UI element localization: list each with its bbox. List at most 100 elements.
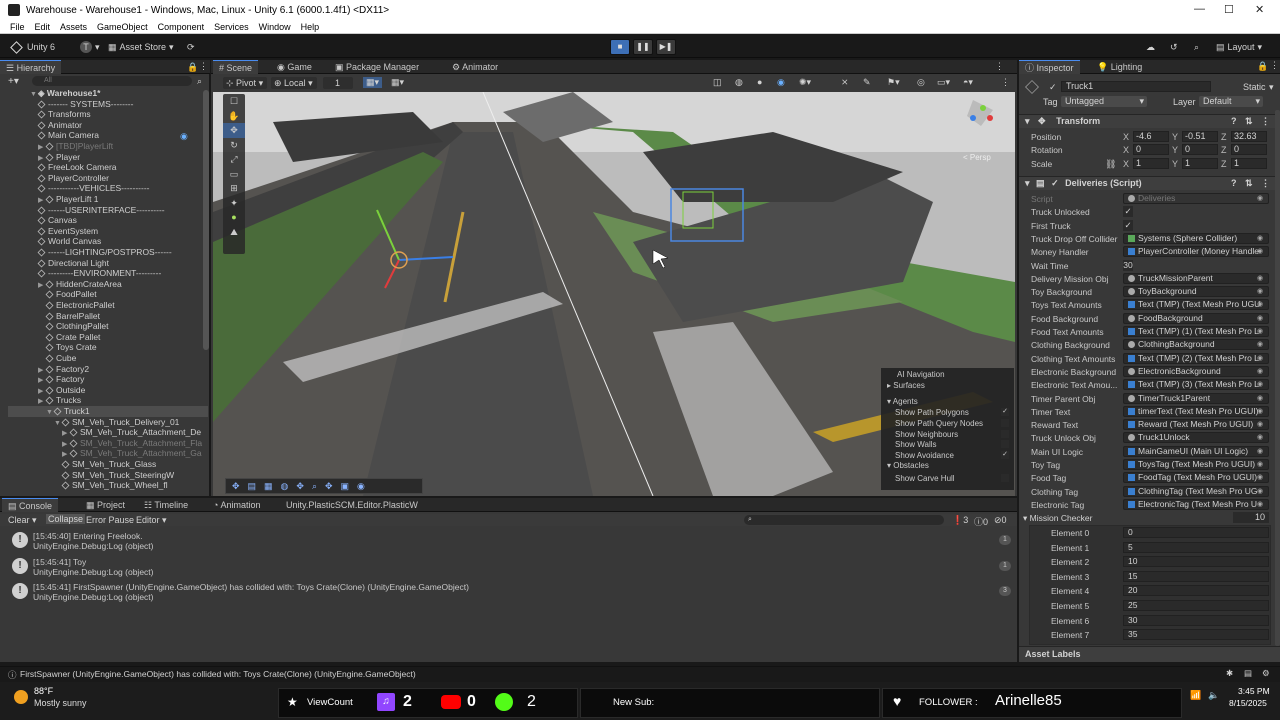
transform-x-field[interactable]: -4.6	[1133, 131, 1169, 142]
snap-increment-field[interactable]: 1	[323, 77, 353, 89]
object-picker-icon[interactable]: ◉	[1257, 394, 1263, 402]
element-value-field[interactable]: 5	[1123, 541, 1269, 553]
object-picker-icon[interactable]: ◉	[1257, 407, 1263, 415]
persp-label[interactable]: < Persp	[963, 153, 991, 162]
transform-y-field[interactable]: 0	[1182, 144, 1218, 156]
transform-x-field[interactable]: 0	[1133, 144, 1169, 156]
field-value[interactable]: ✓	[1123, 206, 1133, 218]
tab-hierarchy[interactable]: ☰ Hierarchy	[0, 60, 62, 74]
element-value-field[interactable]: 25	[1123, 600, 1269, 611]
local-dropdown[interactable]: ⊕ Local ▾	[271, 77, 317, 89]
hierarchy-item[interactable]: ▶ Trucks	[38, 395, 81, 406]
shaded-icon[interactable]: ◍	[735, 77, 743, 88]
clock-date[interactable]: 8/15/2025	[1229, 698, 1267, 708]
gizmos-dropdown[interactable]: ◓▾	[963, 77, 973, 88]
hierarchy-item[interactable]: -----------VEHICLES----------	[37, 183, 150, 194]
menu-gameobject[interactable]: GameObject	[97, 22, 148, 32]
object-field[interactable]: PlayerController (Money Handle	[1123, 246, 1269, 258]
more-icon[interactable]: ⋮	[1270, 60, 1279, 71]
preset-icon[interactable]: ⇅	[1245, 177, 1253, 190]
object-field[interactable]: Deliveries	[1123, 193, 1269, 204]
object-field[interactable]: ToyBackground	[1123, 286, 1269, 298]
hierarchy-item[interactable]: ElectronicPallet	[45, 300, 115, 311]
object-picker-icon[interactable]: ◉	[1257, 500, 1263, 508]
grid-snap-icon[interactable]: ▦▾	[363, 77, 383, 88]
history-icon[interactable]: ↺	[1170, 40, 1178, 54]
hierarchy-item[interactable]: PlayerController	[37, 173, 109, 184]
object-field[interactable]: ElectronicBackground	[1123, 365, 1269, 377]
hierarchy-item[interactable]: ------USERINTERFACE----------	[37, 205, 165, 216]
navmesh-tool-icon[interactable]: ●	[223, 210, 245, 225]
checkbox[interactable]: ✓	[1001, 408, 1009, 416]
field-value[interactable]: ✓	[1123, 219, 1133, 231]
hierarchy-item[interactable]: Canvas	[37, 215, 77, 226]
collapse-button[interactable]: Collapse	[46, 514, 86, 524]
object-field[interactable]: ToysTag (Text Mesh Pro UGUI)	[1123, 459, 1269, 470]
transform-z-field[interactable]: 0	[1231, 144, 1267, 156]
active-checkbox[interactable]: ✓	[1049, 82, 1057, 93]
hierarchy-item[interactable]: ▶ HiddenCrateArea	[38, 279, 122, 290]
gizmo-toggle-icon[interactable]: ⚑▾	[887, 77, 900, 88]
hierarchy-item[interactable]: Main Camera	[37, 130, 99, 141]
clear-button[interactable]: Clear ▾	[8, 515, 37, 526]
object-picker-icon[interactable]: ◉	[1257, 460, 1263, 468]
grid-visibility-icon[interactable]: ▦▾	[391, 77, 404, 88]
transform-x-field[interactable]: 1	[1133, 157, 1169, 169]
hierarchy-item[interactable]: ------- SYSTEMS--------	[37, 99, 133, 110]
lock-icon[interactable]: 🔒	[187, 62, 198, 73]
log-entry[interactable]: ! [15:45:41] Toy UnityEngine.Debug:Log (ob…	[8, 556, 1013, 578]
obstacle-option[interactable]: Show Carve Hull	[895, 474, 1011, 483]
object-picker-icon[interactable]: ◉	[1257, 247, 1263, 255]
checkbox[interactable]	[1001, 440, 1009, 449]
hierarchy-item[interactable]: FreeLook Camera	[37, 162, 117, 173]
settings-icon[interactable]: ⚙	[1262, 668, 1270, 679]
hierarchy-item[interactable]: SM_Veh_Truck_Glass	[61, 459, 156, 470]
scene-root[interactable]: ▼◈ Warehouse1*	[30, 88, 100, 99]
add-icon[interactable]: +▾	[8, 76, 19, 87]
view-tool-icon[interactable]: ☐	[223, 94, 245, 109]
hierarchy-item[interactable]: ▶ SM_Veh_Truck_Attachment_De	[62, 427, 201, 438]
object-picker-icon[interactable]: ◉	[1257, 327, 1263, 335]
menu-assets[interactable]: Assets	[60, 22, 87, 32]
object-picker-icon[interactable]: ◉	[1257, 234, 1263, 242]
more-icon[interactable]: ⋮	[1261, 177, 1270, 190]
more-icon[interactable]: ⋮	[199, 61, 208, 72]
object-picker-icon[interactable]: ◉	[1257, 287, 1263, 295]
menu-services[interactable]: Services	[214, 22, 249, 32]
hierarchy-item[interactable]: World Canvas	[37, 236, 101, 247]
log-entry[interactable]: ! [15:45:41] FirstSpawner (UnityEngine.Ga…	[8, 581, 1013, 603]
tab-package-manager[interactable]: ▣ Package Manager	[329, 60, 425, 74]
hierarchy-item[interactable]: ▶ SM_Veh_Truck_Attachment_Fla	[62, 438, 202, 449]
mission-checker-size[interactable]: 10	[1233, 512, 1269, 523]
object-picker-icon[interactable]: ◉	[1257, 380, 1263, 388]
tab-animation[interactable]: ◔ Animation	[207, 498, 266, 512]
hierarchy-scrollbar[interactable]	[203, 90, 209, 350]
preset-icon[interactable]: ⇅	[1245, 115, 1253, 128]
lighting-toggle-icon[interactable]: ◉	[777, 77, 785, 88]
audio-mute-icon[interactable]: ⨯	[841, 77, 849, 88]
pause-button[interactable]: ❚❚	[633, 39, 653, 55]
object-picker-icon[interactable]: ◉	[1257, 447, 1263, 455]
transform-tool-icon[interactable]: ⊞	[223, 181, 245, 196]
hierarchy-item[interactable]: EventSystem	[37, 226, 98, 237]
bug-icon[interactable]: ✱	[1226, 668, 1233, 679]
tab-project[interactable]: ▦ Project	[80, 498, 131, 512]
hierarchy-item[interactable]: Directional Light	[37, 258, 109, 269]
object-field[interactable]: FoodTag (Text Mesh Pro UGUI)	[1123, 472, 1269, 484]
rotate-tool-icon[interactable]: ↻	[223, 138, 245, 153]
link-scale-icon[interactable]: ⛓	[1105, 159, 1116, 170]
tab-timeline[interactable]: ☷ Timeline	[138, 498, 194, 512]
surfaces-toggle[interactable]: ▸ Surfaces	[887, 381, 925, 390]
object-name-field[interactable]: Truck1	[1061, 81, 1211, 92]
element-value-field[interactable]: 15	[1123, 570, 1269, 582]
hierarchy-item[interactable]: ▶ Player	[38, 152, 80, 163]
chevron-down-icon[interactable]: ▾	[1269, 82, 1274, 93]
log-entry[interactable]: ! [15:45:40] Entering Freelook. UnityEngin…	[8, 530, 1013, 552]
agent-option[interactable]: Show Path Query Nodes	[895, 418, 1011, 428]
hierarchy-item[interactable]: Cube	[45, 353, 76, 364]
network-icon[interactable]: 📶	[1190, 690, 1201, 701]
tag-dropdown[interactable]: Untagged ▾	[1061, 96, 1147, 107]
object-field[interactable]: MainGameUI (Main UI Logic)	[1123, 445, 1269, 457]
object-field[interactable]: Systems (Sphere Collider)	[1123, 232, 1269, 244]
menu-component[interactable]: Component	[158, 22, 205, 32]
